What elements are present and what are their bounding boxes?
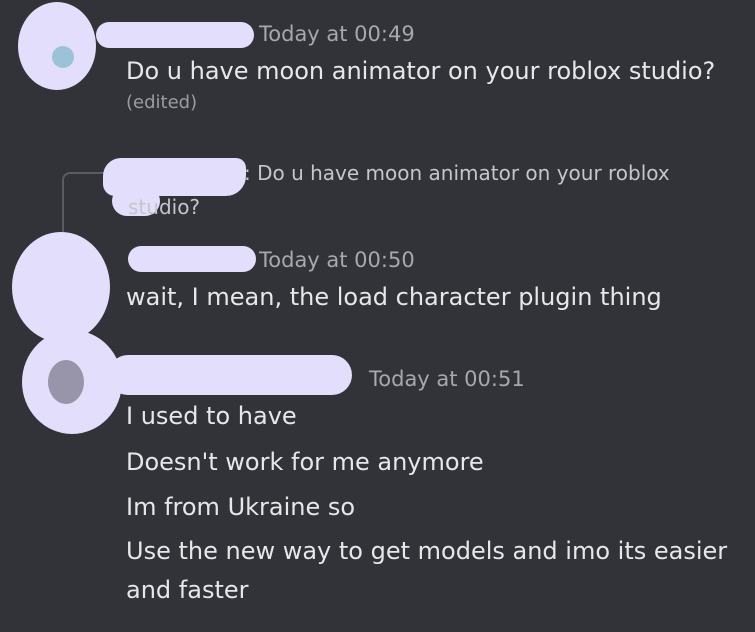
message-text: Im from Ukraine so [126,493,356,521]
message-text: I used to have [126,402,297,430]
message-text: and faster [126,576,249,604]
message-text: Do u have moon animator on your roblox s… [126,57,716,85]
reply-preview[interactable]: : Do u have moon animator on your roblox [244,161,670,185]
avatar[interactable] [12,232,110,342]
message-timestamp: Today at 00:50 [259,248,415,272]
reply-preview-continuation[interactable]: studio? [128,195,200,219]
avatar-image-fragment [52,46,74,68]
message-text: Use the new way to get models and imo it… [126,537,728,565]
message-text: Doesn't work for me anymore [126,448,484,476]
edited-label: (edited) [126,92,198,113]
message-timestamp: Today at 00:51 [369,367,525,391]
reply-connector [62,172,104,232]
message-timestamp: Today at 00:49 [259,22,415,46]
redacted-username [108,355,352,395]
avatar-image-fragment [48,360,84,404]
message-text: wait, I mean, the load character plugin … [126,283,662,311]
redacted-username [128,246,256,272]
redacted-username [96,22,254,48]
avatar[interactable] [18,2,96,90]
avatar[interactable] [22,330,122,434]
